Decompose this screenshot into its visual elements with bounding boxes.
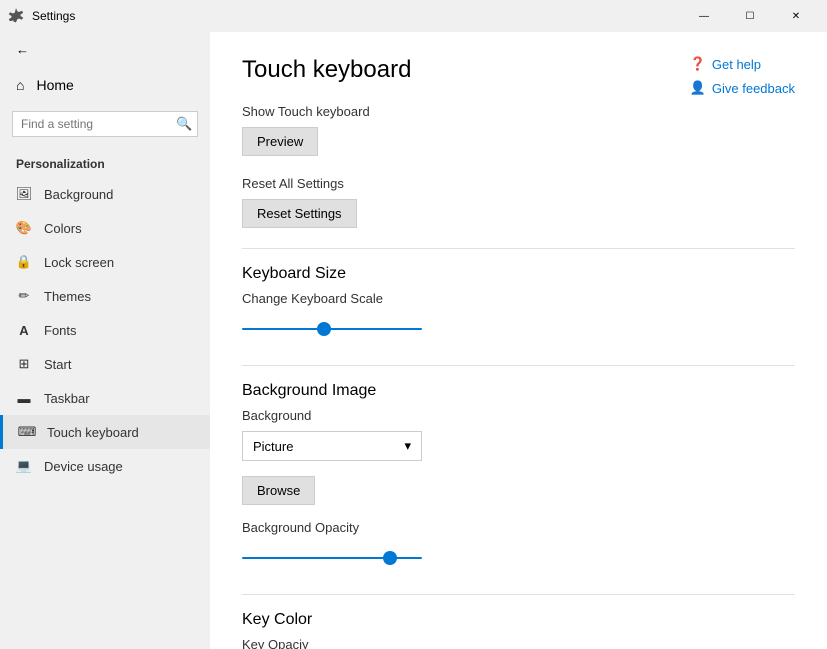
search-icon: 🔍 bbox=[176, 116, 192, 132]
sidebar-item-start-label: Start bbox=[44, 357, 71, 372]
background-image-heading: Background Image bbox=[242, 382, 795, 400]
keyboard-scale-slider-container bbox=[242, 314, 422, 345]
sidebar-item-taskbar-label: Taskbar bbox=[44, 391, 90, 406]
lock-icon: 🔒 bbox=[16, 254, 32, 270]
give-feedback-link[interactable]: 👤 Give feedback bbox=[690, 80, 795, 96]
titlebar-controls: — ☐ ✕ bbox=[681, 0, 819, 32]
themes-icon: ✏ bbox=[16, 288, 32, 304]
preview-button[interactable]: Preview bbox=[242, 127, 318, 156]
sidebar-item-background-label: Background bbox=[44, 187, 113, 202]
divider-1 bbox=[242, 248, 795, 249]
show-touch-keyboard-label: Show Touch keyboard bbox=[242, 104, 795, 119]
back-icon: ← bbox=[16, 42, 29, 57]
titlebar-left: Settings bbox=[8, 8, 75, 24]
sidebar-item-colors-label: Colors bbox=[44, 221, 82, 236]
background-select[interactable]: Picture ▾ bbox=[242, 431, 422, 461]
home-icon: ⌂ bbox=[16, 77, 24, 93]
keyboard-scale-slider[interactable] bbox=[242, 328, 422, 330]
background-opacity-label: Background Opacity bbox=[242, 520, 795, 535]
feedback-icon: 👤 bbox=[690, 80, 706, 96]
sidebar-item-fonts[interactable]: A Fonts bbox=[0, 313, 210, 347]
sidebar: ← ⌂ Home 🔍 Personalization 🖼 Background … bbox=[0, 32, 210, 649]
bg-opacity-slider-container bbox=[242, 543, 422, 574]
back-button[interactable]: ← bbox=[0, 32, 210, 67]
taskbar-icon: ▬ bbox=[16, 390, 32, 406]
divider-2 bbox=[242, 365, 795, 366]
fonts-icon: A bbox=[16, 322, 32, 338]
reset-settings-button[interactable]: Reset Settings bbox=[242, 199, 357, 228]
search-input[interactable] bbox=[21, 117, 176, 131]
background-label: Background bbox=[242, 408, 795, 423]
sidebar-item-taskbar[interactable]: ▬ Taskbar bbox=[0, 381, 210, 415]
start-icon: ⊞ bbox=[16, 356, 32, 372]
sidebar-item-start[interactable]: ⊞ Start bbox=[0, 347, 210, 381]
get-help-label: Get help bbox=[712, 57, 761, 72]
sidebar-item-device-usage[interactable]: 💻 Device usage bbox=[0, 449, 210, 483]
background-image-section: Background Image Background Picture ▾ Br… bbox=[242, 382, 795, 574]
sidebar-item-lock-label: Lock screen bbox=[44, 255, 114, 270]
sidebar-item-themes[interactable]: ✏ Themes bbox=[0, 279, 210, 313]
keyboard-size-heading: Keyboard Size bbox=[242, 265, 795, 283]
bg-opacity-slider[interactable] bbox=[242, 557, 422, 559]
colors-icon: 🎨 bbox=[16, 220, 32, 236]
get-help-link[interactable]: ❓ Get help bbox=[690, 56, 795, 72]
settings-icon bbox=[8, 8, 24, 24]
titlebar: Settings — ☐ ✕ bbox=[0, 0, 827, 32]
divider-3 bbox=[242, 594, 795, 595]
show-touch-keyboard-section: Show Touch keyboard Preview bbox=[242, 104, 795, 156]
sidebar-item-touch-keyboard[interactable]: ⌨ Touch keyboard bbox=[0, 415, 210, 449]
section-label: Personalization bbox=[0, 145, 210, 177]
reset-all-label: Reset All Settings bbox=[242, 176, 795, 191]
home-label: Home bbox=[36, 77, 73, 93]
change-keyboard-scale-label: Change Keyboard Scale bbox=[242, 291, 795, 306]
key-opacity-label: Key Opaciy bbox=[242, 637, 795, 649]
sidebar-item-background[interactable]: 🖼 Background bbox=[0, 177, 210, 211]
maximize-button[interactable]: ☐ bbox=[727, 0, 773, 32]
device-usage-icon: 💻 bbox=[16, 458, 32, 474]
help-links: ❓ Get help 👤 Give feedback bbox=[690, 56, 795, 104]
reset-all-section: Reset All Settings Reset Settings bbox=[242, 176, 795, 228]
close-button[interactable]: ✕ bbox=[773, 0, 819, 32]
touch-keyboard-icon: ⌨ bbox=[19, 424, 35, 440]
sidebar-item-fonts-label: Fonts bbox=[44, 323, 77, 338]
browse-button[interactable]: Browse bbox=[242, 476, 315, 505]
key-color-heading: Key Color bbox=[242, 611, 795, 629]
sidebar-item-themes-label: Themes bbox=[44, 289, 91, 304]
sidebar-item-device-usage-label: Device usage bbox=[44, 459, 123, 474]
titlebar-title: Settings bbox=[32, 9, 75, 23]
chevron-down-icon: ▾ bbox=[404, 438, 411, 454]
feedback-label: Give feedback bbox=[712, 81, 795, 96]
content-area: ❓ Get help 👤 Give feedback Touch keyboar… bbox=[210, 32, 827, 649]
minimize-button[interactable]: — bbox=[681, 0, 727, 32]
background-option-label: Picture bbox=[253, 439, 293, 454]
key-color-section: Key Color Key Opaciy Suggested Key Color… bbox=[242, 611, 795, 649]
background-icon: 🖼 bbox=[16, 186, 32, 202]
keyboard-size-section: Keyboard Size Change Keyboard Scale bbox=[242, 265, 795, 345]
sidebar-item-lock-screen[interactable]: 🔒 Lock screen bbox=[0, 245, 210, 279]
sidebar-home-item[interactable]: ⌂ Home bbox=[0, 67, 210, 103]
app-body: ← ⌂ Home 🔍 Personalization 🖼 Background … bbox=[0, 32, 827, 649]
sidebar-item-touch-keyboard-label: Touch keyboard bbox=[47, 425, 139, 440]
get-help-icon: ❓ bbox=[690, 56, 706, 72]
search-box[interactable]: 🔍 bbox=[12, 111, 198, 137]
sidebar-item-colors[interactable]: 🎨 Colors bbox=[0, 211, 210, 245]
